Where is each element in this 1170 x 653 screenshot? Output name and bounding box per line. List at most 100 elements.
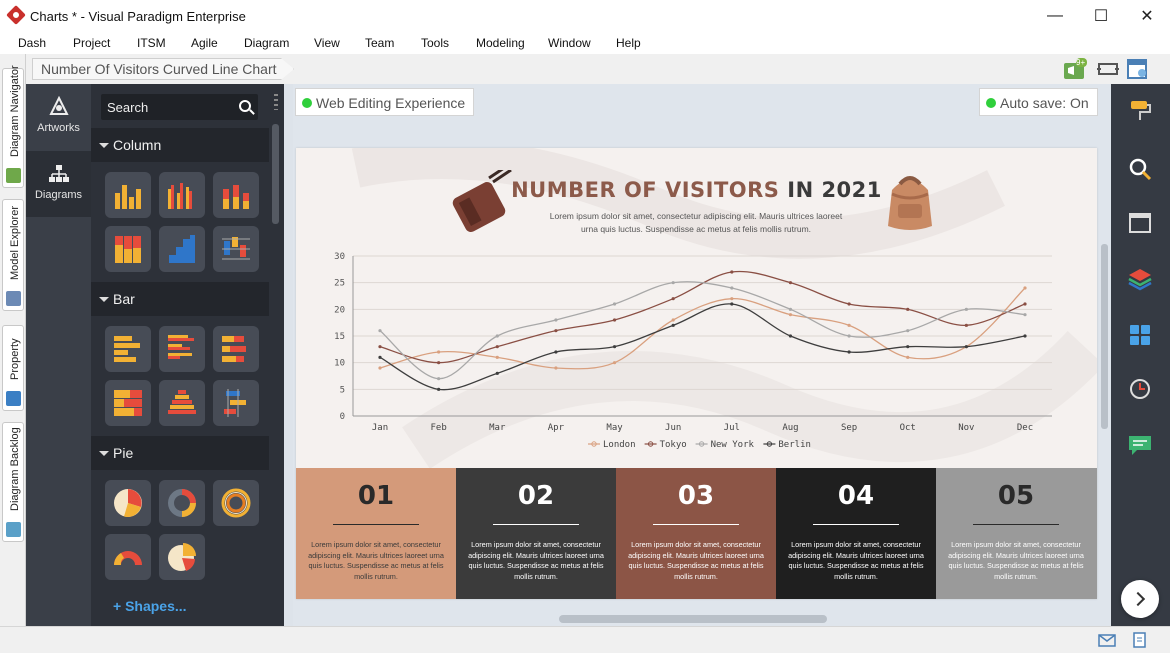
x-tick-label: Mar (489, 423, 506, 433)
shape-column-grouped[interactable] (159, 172, 205, 218)
info-card-05[interactable]: 05 Lorem ipsum dolor sit amet, consectet… (936, 468, 1097, 599)
shape-column-percent[interactable] (105, 226, 151, 272)
shape-pie-exploded[interactable] (159, 534, 205, 580)
shape-bar-basic[interactable] (105, 326, 151, 372)
mail-icon[interactable] (1098, 634, 1116, 648)
tab-model-explorer[interactable]: Model Explorer (2, 199, 24, 311)
data-point (847, 350, 851, 354)
info-card-01[interactable]: 01 Lorem ipsum dolor sit amet, consectet… (296, 468, 456, 599)
zoom-icon[interactable] (1125, 154, 1155, 184)
diagram-canvas[interactable]: Web Editing Experience Auto save: On NUM… (293, 84, 1111, 626)
shape-column-step[interactable] (159, 226, 205, 272)
shape-column-range[interactable] (213, 226, 259, 272)
minimize-button[interactable]: — (1032, 0, 1078, 32)
shape-bar-grouped[interactable] (159, 326, 205, 372)
data-point (378, 345, 382, 349)
category-pie[interactable]: Pie (91, 436, 269, 470)
tab-label: Diagram Backlog (9, 427, 21, 511)
menu-project[interactable]: Project (73, 36, 110, 50)
info-card-04[interactable]: 04 Lorem ipsum dolor sit amet, consectet… (776, 468, 936, 599)
panel-grip-icon[interactable] (274, 94, 278, 110)
data-point (1023, 286, 1027, 290)
panels-icon[interactable] (1125, 320, 1155, 350)
breadcrumb[interactable]: Number Of Visitors Curved Line Chart (32, 58, 294, 80)
panel-splitter[interactable] (284, 84, 293, 626)
fit-page-icon[interactable] (1096, 58, 1120, 80)
layers-icon[interactable] (1125, 264, 1155, 294)
history-icon[interactable] (1125, 374, 1155, 404)
card-number: 05 (997, 481, 1035, 511)
data-point (964, 323, 968, 327)
legend-label: Tokyo (660, 440, 687, 450)
menu-team[interactable]: Team (365, 36, 394, 50)
format-painter-icon[interactable] (1125, 96, 1155, 126)
shape-bar-range[interactable] (213, 380, 259, 426)
infographic[interactable]: NUMBER OF VISITORS IN 2021 Lorem ipsum d… (296, 148, 1097, 599)
close-button[interactable]: ✕ (1124, 0, 1170, 32)
title-bar: Charts * - Visual Paradigm Enterprise — … (0, 0, 1170, 32)
shape-pie-rings[interactable] (213, 480, 259, 526)
chart-title-year: IN 2021 (787, 178, 882, 202)
shape-bar-stacked[interactable] (213, 326, 259, 372)
model-explorer-icon (6, 291, 21, 306)
x-tick-label: Oct (900, 423, 916, 433)
side-nav-artworks[interactable]: Artworks (26, 84, 91, 150)
menu-modeling[interactable]: Modeling (476, 36, 525, 50)
search-input[interactable]: Search (101, 94, 258, 120)
shape-pie-donut[interactable] (159, 480, 205, 526)
menu-diagram[interactable]: Diagram (244, 36, 289, 50)
menu-itsm[interactable]: ITSM (137, 36, 166, 50)
shape-bar-pyramid[interactable] (159, 380, 205, 426)
menu-agile[interactable]: Agile (191, 36, 218, 50)
web-editing-chip[interactable]: Web Editing Experience (295, 88, 475, 116)
tab-diagram-backlog[interactable]: Diagram Backlog (2, 422, 24, 542)
notifications-icon[interactable]: 9+ (1063, 58, 1087, 80)
menu-window[interactable]: Window (548, 36, 591, 50)
shape-column-stacked[interactable] (213, 172, 259, 218)
shape-pie-basic[interactable] (105, 480, 151, 526)
card-text: Lorem ipsum dolor sit amet, consectetur … (628, 540, 764, 581)
horizontal-scrollbar[interactable] (559, 615, 827, 623)
tab-label: Property (9, 338, 21, 380)
x-tick-label: May (606, 423, 623, 433)
menu-help[interactable]: Help (616, 36, 641, 50)
menu-tools[interactable]: Tools (421, 36, 449, 50)
data-point (495, 371, 499, 375)
shape-pie-half[interactable] (105, 534, 151, 580)
legend-label: Berlin (778, 440, 811, 450)
shape-column-basic[interactable] (105, 172, 151, 218)
panel-scrollbar[interactable] (272, 124, 279, 224)
panel-layout-icon[interactable] (1126, 58, 1150, 80)
maximize-button[interactable]: ☐ (1078, 0, 1124, 32)
side-nav-diagrams[interactable]: Diagrams (26, 151, 91, 217)
x-tick-label: Aug (782, 423, 798, 433)
info-card-02[interactable]: 02 Lorem ipsum dolor sit amet, consectet… (456, 468, 616, 599)
tab-property[interactable]: Property (2, 325, 24, 411)
vertical-scrollbar[interactable] (1101, 244, 1108, 429)
shape-bar-percent[interactable] (105, 380, 151, 426)
tab-diagram-navigator[interactable]: Diagram Navigator (2, 65, 24, 188)
page-view-icon[interactable] (1125, 208, 1155, 238)
comments-icon[interactable] (1125, 430, 1155, 460)
autosave-chip[interactable]: Auto save: On (979, 88, 1098, 116)
category-column[interactable]: Column (91, 128, 269, 162)
data-point (906, 329, 910, 333)
card-divider (333, 524, 419, 525)
tab-label: Model Explorer (9, 206, 21, 280)
document-edit-icon[interactable] (1132, 631, 1148, 649)
add-shapes-link[interactable]: + Shapes... (113, 598, 187, 614)
search-icon[interactable] (239, 100, 251, 112)
menu-view[interactable]: View (314, 36, 340, 50)
menu-dash[interactable]: Dash (18, 36, 46, 50)
line-chart[interactable]: 0 5 10 15 20 25 30 Jan Feb Mar Apr May Jun Jul Aug Sep O… (296, 248, 1097, 468)
expand-panel-button[interactable] (1121, 580, 1159, 618)
data-point (1023, 334, 1027, 338)
x-tick-label: Feb (431, 423, 447, 433)
category-bar[interactable]: Bar (91, 282, 269, 316)
side-nav: Artworks Diagrams (26, 84, 91, 626)
data-point (788, 334, 793, 338)
status-dot-icon (986, 98, 996, 108)
data-point (964, 307, 968, 311)
info-card-03[interactable]: 03 Lorem ipsum dolor sit amet, consectet… (616, 468, 776, 599)
data-point (671, 323, 675, 327)
